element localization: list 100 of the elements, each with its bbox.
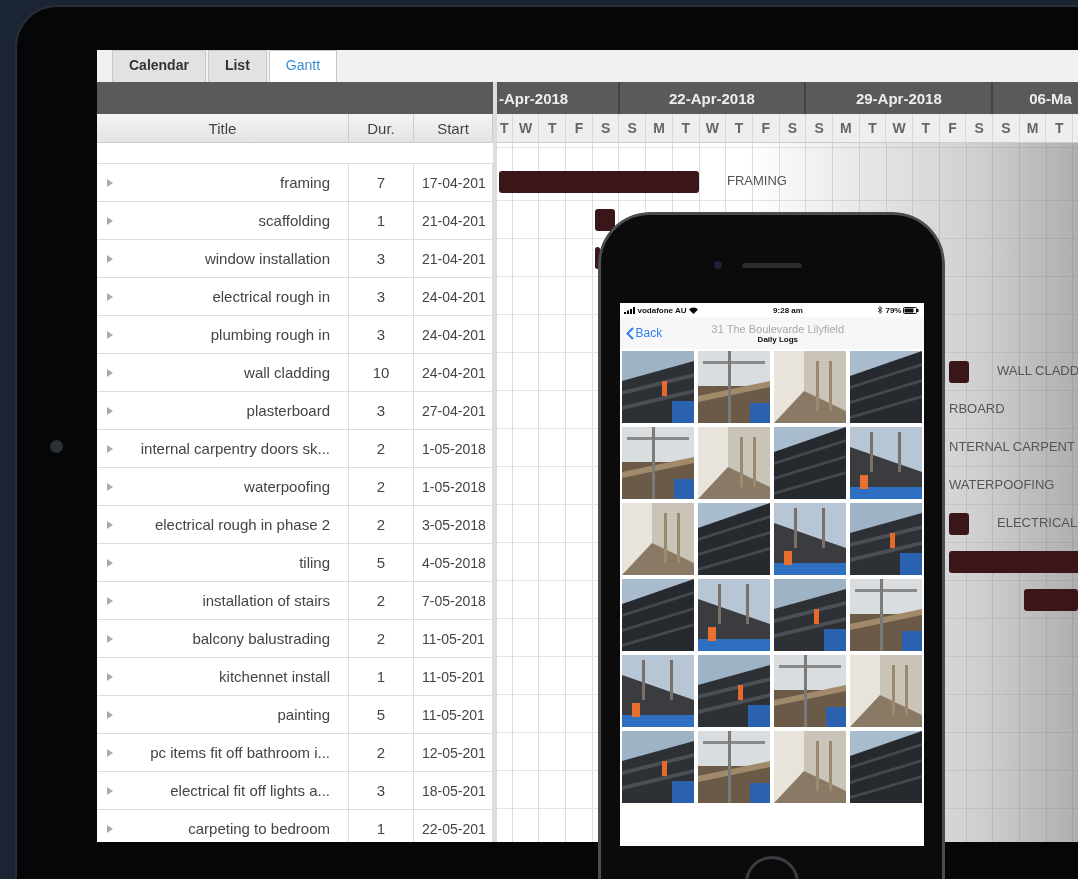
table-cell: 22-05-201 <box>414 810 493 842</box>
column-header[interactable]: Dur. <box>349 114 414 142</box>
table-cell: 2 <box>349 620 414 657</box>
table-cell: 3 <box>349 240 414 277</box>
day-header: T <box>497 114 513 142</box>
table-cell: 18-05-201 <box>414 772 493 809</box>
day-header: T <box>539 114 567 142</box>
bar-label: ELECTRICAL <box>997 515 1078 530</box>
tab[interactable]: Gantt <box>268 50 338 82</box>
clock-time: 9:28 am <box>773 305 803 315</box>
task-title: plasterboard <box>246 402 330 419</box>
task-title: waterpoofing <box>244 478 330 495</box>
home-button[interactable] <box>50 440 63 453</box>
expand-icon[interactable] <box>107 748 113 757</box>
screen-subtitle: Daily Logs <box>757 334 799 344</box>
table-cell: 7 <box>349 164 414 201</box>
table-cell: 3 <box>349 772 414 809</box>
table-cell: 2 <box>349 582 414 619</box>
expand-icon[interactable] <box>107 292 113 301</box>
expand-icon[interactable] <box>107 824 113 833</box>
tab[interactable]: List <box>207 50 267 82</box>
day-header: W <box>699 114 727 142</box>
table-cell: 2 <box>349 734 414 771</box>
table-cell: 12-05-201 <box>414 734 493 771</box>
day-header: T <box>672 114 700 142</box>
expand-icon[interactable] <box>107 368 113 377</box>
task-title: balcony balustrading <box>192 630 330 647</box>
table-cell: 7-05-2018 <box>414 582 493 619</box>
day-header: F <box>939 114 967 142</box>
table-cell: 1-05-2018 <box>414 430 493 467</box>
table-cell: 2 <box>349 430 414 467</box>
expand-icon[interactable] <box>107 672 113 681</box>
day-header: T <box>726 114 753 142</box>
back-button[interactable]: Back <box>625 326 663 340</box>
task-title: window installation <box>204 250 330 267</box>
table-cell: 11-05-201 <box>414 620 493 657</box>
day-header: T <box>1046 114 1074 142</box>
task-title: carpeting to bedroom <box>188 820 330 837</box>
expand-icon[interactable] <box>107 786 113 795</box>
task-title: scaffolding <box>258 212 330 229</box>
day-header: M <box>832 114 860 142</box>
day-header: S <box>592 114 620 142</box>
column-header[interactable]: Title <box>97 114 349 142</box>
table-cell: 1 <box>349 810 414 842</box>
day-header: W <box>886 114 913 142</box>
expand-icon[interactable] <box>107 178 113 187</box>
day-header: T <box>913 114 940 142</box>
day-header: F <box>566 114 593 142</box>
carrier-name: vodafone AU <box>637 305 687 315</box>
column-header[interactable]: Start <box>414 114 493 142</box>
task-title: plumbing rough in <box>210 326 330 343</box>
chevron-left-icon <box>625 326 634 340</box>
task-title: wall cladding <box>244 364 330 381</box>
table-cell: 1-05-2018 <box>414 468 493 505</box>
expand-icon[interactable] <box>107 444 113 453</box>
expand-icon[interactable] <box>107 330 113 339</box>
expand-icon[interactable] <box>107 634 113 643</box>
day-header: T <box>859 114 887 142</box>
expand-icon[interactable] <box>107 520 113 529</box>
table-cell: 3-05-2018 <box>414 506 493 543</box>
expand-icon[interactable] <box>107 558 113 567</box>
bar-label: FRAMING <box>727 173 787 188</box>
battery-icon <box>903 306 920 314</box>
expand-icon[interactable] <box>107 596 113 605</box>
day-header: S <box>619 114 647 142</box>
task-title: tiling <box>299 554 330 571</box>
expand-icon[interactable] <box>107 216 113 225</box>
task-title: installation of stairs <box>202 592 330 609</box>
table-cell: 27-04-201 <box>414 392 493 429</box>
bar-label: WALL CLADD <box>997 363 1078 378</box>
task-title: electrical rough in phase 2 <box>154 516 330 533</box>
day-header: S <box>779 114 807 142</box>
table-cell: 3 <box>349 316 414 353</box>
day-header: S <box>993 114 1020 142</box>
day-header: S <box>966 114 994 142</box>
expand-icon[interactable] <box>107 406 113 415</box>
bar-label: RBOARD <box>949 401 1005 416</box>
task-title: electrical fit off lights a... <box>170 782 330 799</box>
table-cell: 11-05-201 <box>414 658 493 695</box>
tab[interactable]: Calendar <box>112 50 206 82</box>
table-cell: 17-04-201 <box>414 164 493 201</box>
day-header: S <box>806 114 833 142</box>
bar-label: WATERPOOFING <box>949 477 1055 492</box>
table-cell: 1 <box>349 658 414 695</box>
table-cell: 24-04-201 <box>414 316 493 353</box>
expand-icon[interactable] <box>107 710 113 719</box>
table-cell: 5 <box>349 544 414 581</box>
battery-percent: 79% <box>885 305 902 315</box>
expand-icon[interactable] <box>107 254 113 263</box>
day-header: F <box>752 114 780 142</box>
task-title: electrical rough in <box>212 288 330 305</box>
table-cell: 1 <box>349 202 414 239</box>
table-cell: 21-04-201 <box>414 202 493 239</box>
table-cell: 21-04-201 <box>414 240 493 277</box>
bluetooth-icon <box>878 306 884 314</box>
table-cell: 10 <box>349 354 414 391</box>
expand-icon[interactable] <box>107 482 113 491</box>
day-header: M <box>1019 114 1047 142</box>
table-cell: 3 <box>349 278 414 315</box>
signal-icon <box>623 306 636 314</box>
